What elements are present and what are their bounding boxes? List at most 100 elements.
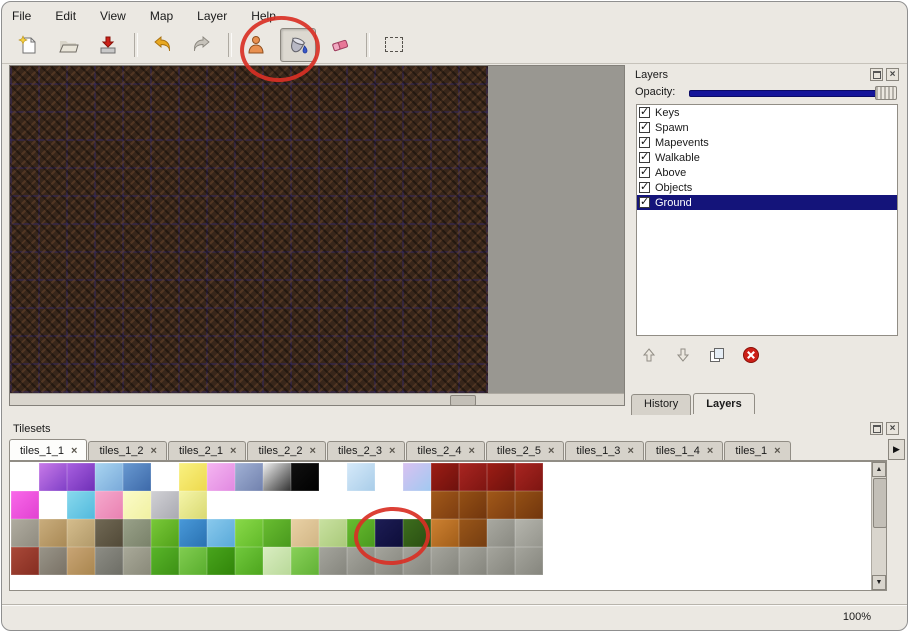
dock-tab-history[interactable]: History: [631, 394, 691, 415]
duplicate-layer-button[interactable]: [707, 345, 727, 365]
tile[interactable]: [235, 491, 263, 519]
tile[interactable]: [151, 519, 179, 547]
tile[interactable]: [319, 463, 347, 491]
tile[interactable]: [459, 519, 487, 547]
open-button[interactable]: [52, 29, 84, 61]
tile[interactable]: [263, 463, 291, 491]
tile[interactable]: [207, 491, 235, 519]
layer-row-above[interactable]: ✓Above: [637, 165, 897, 180]
tile[interactable]: [375, 547, 403, 575]
menu-item-edit[interactable]: Edit: [53, 8, 78, 24]
layer-visibility-checkbox[interactable]: ✓: [639, 122, 650, 133]
tile[interactable]: [207, 547, 235, 575]
layer-row-objects[interactable]: ✓Objects: [637, 180, 897, 195]
menu-item-file[interactable]: File: [10, 8, 33, 24]
menu-item-layer[interactable]: Layer: [195, 8, 229, 24]
tile[interactable]: [179, 491, 207, 519]
tileset-tab-close-icon[interactable]: ×: [627, 446, 633, 457]
palette-vertical-scrollbar[interactable]: ▲ ▼: [871, 462, 886, 590]
close-panel-icon[interactable]: ×: [886, 422, 899, 435]
tile[interactable]: [123, 463, 151, 491]
tileset-tab-tiles_2_4[interactable]: tiles_2_4×: [406, 441, 484, 460]
tileset-tab-close-icon[interactable]: ×: [71, 446, 77, 457]
float-panel-icon[interactable]: [870, 68, 883, 81]
tile[interactable]: [67, 519, 95, 547]
map-horizontal-scrollbar-thumb[interactable]: [450, 395, 476, 406]
layer-row-keys[interactable]: ✓Keys: [637, 105, 897, 120]
tileset-tab-tiles_2_5[interactable]: tiles_2_5×: [486, 441, 564, 460]
tileset-tab-close-icon[interactable]: ×: [151, 446, 157, 457]
tileset-tab-close-icon[interactable]: ×: [468, 446, 474, 457]
tile[interactable]: [151, 491, 179, 519]
eraser-tool-button[interactable]: [324, 29, 356, 61]
menu-item-view[interactable]: View: [98, 8, 128, 24]
tileset-tab-close-icon[interactable]: ×: [389, 446, 395, 457]
tile[interactable]: [11, 547, 39, 575]
tile[interactable]: [39, 463, 67, 491]
map-canvas[interactable]: [10, 66, 488, 393]
tile[interactable]: [11, 463, 39, 491]
tile[interactable]: [487, 463, 515, 491]
layer-visibility-checkbox[interactable]: ✓: [639, 137, 650, 148]
tileset-tab-tiles_1_1[interactable]: tiles_1_1×: [9, 439, 87, 461]
layer-visibility-checkbox[interactable]: ✓: [639, 152, 650, 163]
tile[interactable]: [403, 519, 431, 547]
lower-layer-button[interactable]: [673, 345, 693, 365]
tile[interactable]: [123, 491, 151, 519]
tileset-tab-close-icon[interactable]: ×: [310, 446, 316, 457]
tileset-tabs-scroll-right-button[interactable]: ▶: [888, 439, 905, 460]
tile[interactable]: [291, 463, 319, 491]
layer-row-mapevents[interactable]: ✓Mapevents: [637, 135, 897, 150]
tileset-tab-tiles_2_1[interactable]: tiles_2_1×: [168, 441, 246, 460]
new-map-button[interactable]: [12, 29, 44, 61]
tile[interactable]: [67, 547, 95, 575]
tile[interactable]: [151, 547, 179, 575]
float-panel-icon[interactable]: [870, 422, 883, 435]
tileset-tab-tiles_2_2[interactable]: tiles_2_2×: [247, 441, 325, 460]
tile[interactable]: [431, 463, 459, 491]
tile[interactable]: [347, 463, 375, 491]
tile[interactable]: [347, 491, 375, 519]
tile[interactable]: [375, 463, 403, 491]
layer-visibility-checkbox[interactable]: ✓: [639, 107, 650, 118]
tile[interactable]: [291, 491, 319, 519]
delete-layer-button[interactable]: [741, 345, 761, 365]
tile[interactable]: [291, 519, 319, 547]
tile[interactable]: [375, 491, 403, 519]
menu-item-help[interactable]: Help: [249, 8, 278, 24]
redo-button[interactable]: [186, 29, 218, 61]
layer-visibility-checkbox[interactable]: ✓: [639, 167, 650, 178]
tile[interactable]: [235, 519, 263, 547]
tile[interactable]: [123, 547, 151, 575]
tile[interactable]: [67, 463, 95, 491]
tileset-tab-tiles_2_3[interactable]: tiles_2_3×: [327, 441, 405, 460]
close-panel-icon[interactable]: ×: [886, 68, 899, 81]
tileset-tab-close-icon[interactable]: ×: [707, 446, 713, 457]
tile[interactable]: [11, 519, 39, 547]
dock-tab-layers[interactable]: Layers: [693, 393, 754, 414]
layer-row-ground[interactable]: ✓Ground: [637, 195, 897, 210]
save-button[interactable]: [92, 29, 124, 61]
tile[interactable]: [95, 491, 123, 519]
fill-tool-button[interactable]: [280, 28, 316, 62]
menu-item-map[interactable]: Map: [148, 8, 175, 24]
tile[interactable]: [179, 547, 207, 575]
select-tool-button[interactable]: [378, 29, 410, 61]
tile[interactable]: [263, 519, 291, 547]
tile[interactable]: [515, 463, 543, 491]
undo-button[interactable]: [146, 29, 178, 61]
layer-visibility-checkbox[interactable]: ✓: [639, 197, 650, 208]
layer-visibility-checkbox[interactable]: ✓: [639, 182, 650, 193]
tile[interactable]: [39, 491, 67, 519]
tile[interactable]: [95, 463, 123, 491]
tile[interactable]: [95, 547, 123, 575]
tile[interactable]: [459, 463, 487, 491]
tile[interactable]: [263, 547, 291, 575]
tile[interactable]: [515, 547, 543, 575]
tile[interactable]: [179, 519, 207, 547]
tile[interactable]: [11, 491, 39, 519]
scroll-up-arrow-icon[interactable]: ▲: [872, 462, 886, 477]
tile[interactable]: [431, 519, 459, 547]
tile[interactable]: [207, 519, 235, 547]
tile[interactable]: [403, 463, 431, 491]
